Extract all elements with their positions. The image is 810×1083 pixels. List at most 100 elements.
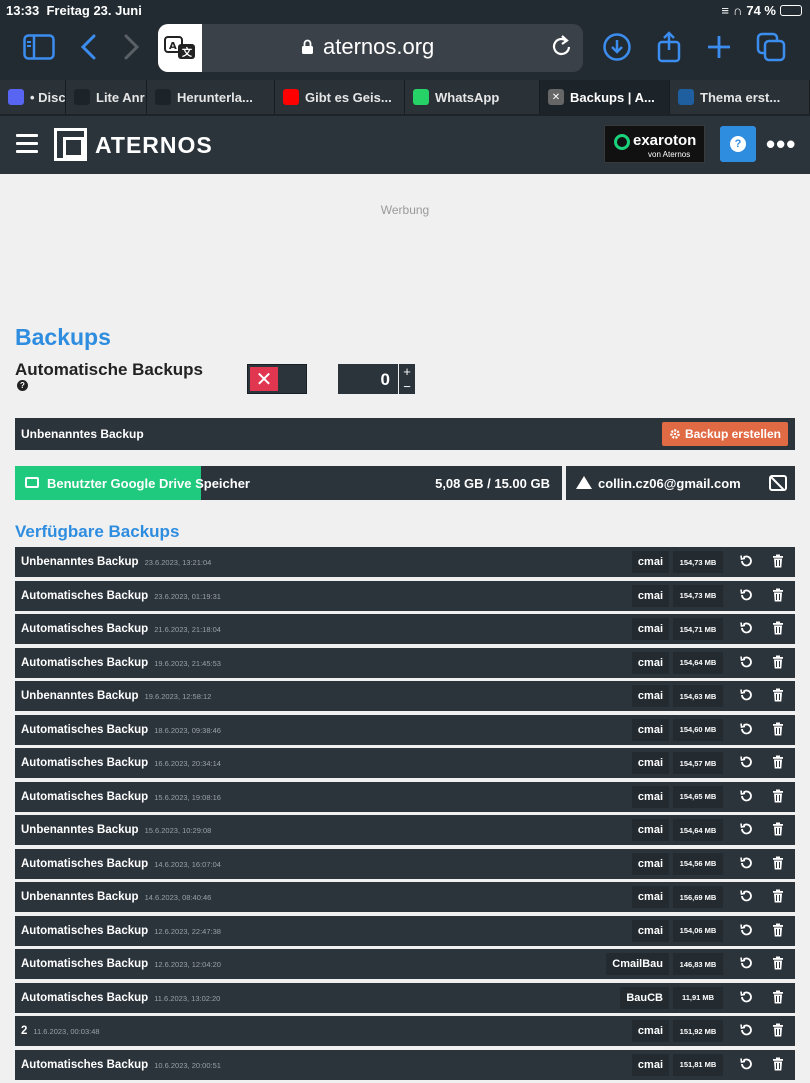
backup-size: 156,69 MB	[673, 886, 723, 908]
new-tab-icon[interactable]	[702, 30, 736, 64]
restore-icon[interactable]	[739, 722, 753, 736]
trash-icon[interactable]	[771, 554, 785, 568]
exaroton-badge[interactable]: exaroton von Aternos	[604, 125, 705, 163]
backup-server: cmai	[631, 651, 669, 674]
download-icon[interactable]	[600, 30, 634, 64]
backup-date: 12.6.2023, 22:47:38	[154, 926, 221, 936]
restore-icon[interactable]	[739, 856, 753, 870]
backup-name: Automatisches Backup 21.6.2023, 21:18:04	[21, 623, 221, 635]
backup-size: 151,81 MB	[673, 1053, 723, 1076]
restore-icon[interactable]	[739, 956, 753, 970]
backup-row: 2 11.6.2023, 00:03:48 cmai 151,92 MB	[15, 1016, 795, 1046]
tabs-overview-icon[interactable]	[754, 30, 788, 64]
unlink-icon[interactable]	[769, 475, 787, 491]
increment-button[interactable]: +	[399, 364, 415, 379]
browser-tab[interactable]: ✕ Backups | A...	[540, 80, 670, 114]
restore-icon[interactable]	[739, 789, 753, 803]
lock-icon	[302, 39, 313, 54]
backup-date: 23.6.2023, 01:19:31	[154, 591, 221, 601]
backup-size: 154,57 MB	[673, 752, 723, 774]
backup-name: Unbenanntes Backup 14.6.2023, 08:40:46	[21, 891, 212, 903]
decrement-button[interactable]: −	[399, 379, 415, 394]
backup-name: Automatisches Backup 11.6.2023, 13:02:20	[21, 991, 221, 1004]
trash-icon[interactable]	[771, 688, 785, 702]
backup-size: 154,71 MB	[673, 618, 723, 640]
backup-row: Automatisches Backup 23.6.2023, 01:19:31 c…	[15, 580, 795, 611]
trash-icon[interactable]	[771, 822, 785, 836]
create-backup-button[interactable]: Backup erstellen	[661, 422, 788, 446]
restore-icon[interactable]	[739, 822, 753, 836]
restore-icon[interactable]	[739, 889, 753, 903]
backup-name: 2 11.6.2023, 00:03:48	[21, 1025, 100, 1037]
brand-name[interactable]: ATERNOS	[95, 132, 213, 159]
restore-icon[interactable]	[739, 655, 753, 669]
trash-icon[interactable]	[771, 722, 785, 736]
trash-icon[interactable]	[771, 956, 785, 970]
headphones-icon: ∩	[732, 3, 743, 18]
restore-icon[interactable]	[739, 621, 753, 635]
browser-tab[interactable]: Herunterla...	[147, 80, 275, 114]
backup-size: 151,92 MB	[673, 1020, 723, 1042]
backup-row: Automatisches Backup 18.6.2023, 09:38:46 c…	[15, 714, 795, 745]
auto-backups-count[interactable]: 0	[338, 364, 398, 394]
close-icon: ✕	[250, 367, 278, 391]
reload-icon[interactable]	[551, 34, 573, 65]
backup-row: Automatisches Backup 11.6.2023, 13:02:20 B…	[15, 982, 795, 1013]
backup-name: Automatisches Backup 18.6.2023, 09:38:46	[21, 723, 221, 736]
translate-icon[interactable]: A文	[158, 24, 202, 72]
tab-label: Herunterla...	[177, 89, 253, 105]
backup-date: 19.6.2023, 12:58:12	[144, 692, 212, 701]
backup-size: 11,91 MB	[673, 986, 723, 1009]
browser-tab[interactable]: Thema erst...	[670, 80, 810, 114]
menu-icon[interactable]	[16, 134, 38, 154]
browser-tab[interactable]: • Disc	[0, 80, 66, 114]
restore-icon[interactable]	[739, 755, 753, 769]
backup-row: Unbenanntes Backup 23.6.2023, 13:21:04 cma…	[15, 547, 795, 577]
address-bar[interactable]: A文 aternos.org	[158, 24, 583, 72]
storage-usage-bar: Benutzter Google Drive Speicher 5,08 GB …	[15, 466, 562, 500]
status-bar: 13:33 Freitag 23. Juni ≡ ∩ 74 %	[0, 0, 810, 20]
restore-icon[interactable]	[739, 990, 753, 1004]
backup-row: Automatisches Backup 16.6.2023, 20:34:14 c…	[15, 748, 795, 778]
sidebar-toggle-icon[interactable]	[22, 30, 56, 64]
aternos-logo-icon[interactable]	[54, 128, 87, 161]
help-question-icon[interactable]: ?	[17, 380, 28, 391]
whatsapp-icon	[413, 89, 429, 105]
trash-icon[interactable]	[771, 755, 785, 769]
trash-icon[interactable]	[771, 889, 785, 903]
backup-name: Unbenanntes Backup 23.6.2023, 13:21:04	[21, 556, 212, 568]
trash-icon[interactable]	[771, 621, 785, 635]
backup-server: cmai	[631, 819, 669, 841]
browser-tab[interactable]: Lite Anr	[66, 80, 147, 114]
share-icon[interactable]	[652, 30, 686, 64]
restore-icon[interactable]	[739, 1023, 753, 1037]
backup-date: 16.6.2023, 20:34:14	[154, 759, 221, 768]
backup-date: 12.6.2023, 12:04:20	[154, 960, 221, 969]
back-icon[interactable]	[72, 30, 106, 64]
more-icon[interactable]: •••	[766, 129, 796, 160]
backup-name-input[interactable]: Unbenanntes Backup	[21, 427, 144, 441]
backup-date: 10.6.2023, 20:00:51	[154, 1060, 221, 1070]
help-button[interactable]: ?	[720, 126, 756, 162]
backup-name: Automatisches Backup 19.6.2023, 21:45:53	[21, 656, 221, 669]
restore-icon[interactable]	[739, 588, 753, 602]
auto-backups-toggle[interactable]: ✕	[247, 364, 307, 394]
trash-icon[interactable]	[771, 990, 785, 1004]
restore-icon[interactable]	[739, 554, 753, 568]
trash-icon[interactable]	[771, 655, 785, 669]
restore-icon[interactable]	[739, 1057, 753, 1071]
trash-icon[interactable]	[771, 588, 785, 602]
trash-icon[interactable]	[771, 1023, 785, 1037]
trash-icon[interactable]	[771, 1057, 785, 1071]
trash-icon[interactable]	[771, 789, 785, 803]
forward-icon[interactable]	[114, 30, 148, 64]
trash-icon[interactable]	[771, 856, 785, 870]
restore-icon[interactable]	[739, 688, 753, 702]
restore-icon[interactable]	[739, 923, 753, 937]
backup-row: Automatisches Backup 12.6.2023, 12:04:20 C…	[15, 949, 795, 979]
browser-tab[interactable]: Gibt es Geis...	[275, 80, 405, 114]
trash-icon[interactable]	[771, 923, 785, 937]
browser-tab[interactable]: WhatsApp	[405, 80, 540, 114]
c-icon	[155, 89, 171, 105]
gear-icon	[670, 429, 680, 439]
